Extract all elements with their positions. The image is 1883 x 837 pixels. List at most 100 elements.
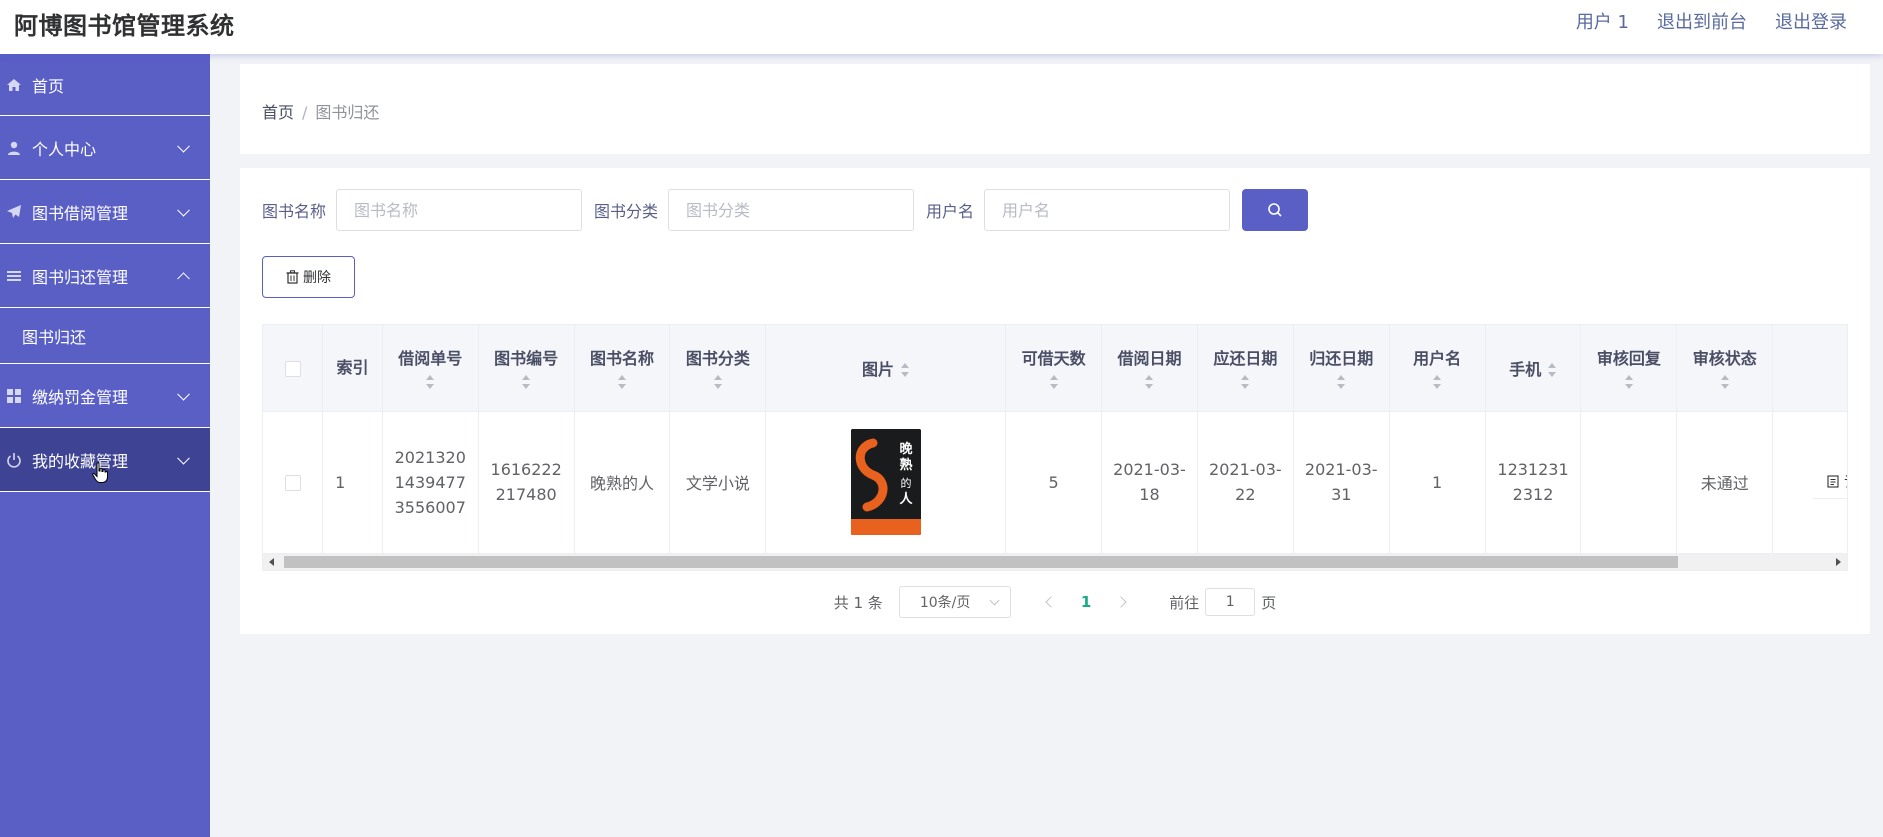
cell-status: 未通过 [1676, 411, 1774, 554]
cell-days: 5 [1005, 411, 1103, 554]
sort-icon[interactable] [617, 374, 627, 389]
column-header-status[interactable]: 审核状态 [1676, 325, 1774, 412]
svg-text:的: 的 [900, 476, 911, 490]
breadcrumb-home[interactable]: 首页 [262, 103, 294, 122]
select-all-checkbox[interactable] [284, 360, 301, 377]
sort-icon[interactable] [713, 374, 723, 389]
sort-icon[interactable] [1624, 374, 1634, 389]
user-link[interactable]: 用户 1 [1576, 8, 1629, 34]
sidebar-item-personal-center[interactable]: 个人中心 [0, 116, 210, 180]
detail-button-label: 详情 [1844, 472, 1847, 492]
column-header-due-date[interactable]: 应还日期 [1197, 325, 1294, 412]
sort-icon[interactable] [1720, 374, 1730, 389]
column-header-book-no[interactable]: 图书编号 [478, 325, 575, 412]
scroll-left-arrow-icon[interactable] [269, 558, 274, 566]
row-checkbox[interactable] [284, 475, 301, 491]
column-header-phone[interactable]: 手机 [1485, 325, 1582, 412]
top-links: 用户 1 退出到前台 退出登录 [1576, 8, 1847, 34]
select-all-cell [263, 325, 324, 412]
cell-actions: 详情 [1772, 411, 1847, 554]
page-unit-label: 页 [1261, 593, 1277, 612]
breadcrumb-card: 首页 / 图书归还 [240, 64, 1870, 154]
column-header-return-date[interactable]: 归还日期 [1293, 325, 1390, 412]
menu-icon [6, 268, 22, 284]
app-title: 阿博图书馆管理系统 [14, 12, 235, 40]
column-header-index: 索引 [322, 325, 383, 412]
row-select-cell [263, 411, 324, 554]
prev-page-icon[interactable] [1045, 596, 1057, 608]
book-name-label: 图书名称 [262, 202, 327, 221]
column-header-book-name[interactable]: 图书名称 [574, 325, 671, 412]
sort-icon[interactable] [521, 374, 531, 389]
sidebar-item-label: 图书归还管理 [32, 267, 129, 287]
chevron-down-icon [177, 451, 190, 465]
sort-icon[interactable] [1144, 374, 1154, 389]
scroll-right-arrow-icon[interactable] [1836, 558, 1841, 566]
column-header-borrow-no[interactable]: 借阅单号 [382, 325, 479, 412]
cell-image: 晚 熟 的 人 [765, 411, 1007, 554]
username-label: 用户名 [926, 202, 975, 221]
pagination: 共 1 条 10条/页 1 前往 页 [240, 586, 1870, 618]
logout-link[interactable]: 退出登录 [1775, 8, 1847, 34]
goto-label: 前往 [1169, 593, 1200, 612]
column-header-username[interactable]: 用户名 [1389, 325, 1486, 412]
cell-phone: 12312312312 [1485, 411, 1582, 554]
sort-icon[interactable] [425, 374, 435, 389]
sort-icon[interactable] [900, 363, 910, 378]
sort-icon[interactable] [1432, 374, 1442, 389]
column-header-borrow-date[interactable]: 借阅日期 [1101, 325, 1198, 412]
sidebar-subitem-book-return[interactable]: 图书归还 [0, 308, 210, 364]
column-header-reply[interactable]: 审核回复 [1580, 325, 1678, 412]
power-icon [6, 452, 22, 468]
chevron-down-icon [989, 595, 1000, 606]
next-page-icon[interactable] [1115, 596, 1127, 608]
sort-icon[interactable] [1240, 374, 1250, 389]
grid-icon [6, 388, 22, 404]
sidebar-item-return-management[interactable]: 图书归还管理 [0, 244, 210, 308]
search-icon [1268, 203, 1282, 217]
pagination-total: 共 1 条 [833, 593, 883, 612]
chevron-down-icon [177, 387, 190, 401]
table-row: 1 20213201439477 3556007 1616222217480 晚… [263, 411, 1847, 554]
scrollbar-thumb[interactable] [284, 556, 1678, 568]
sidebar: 首页 个人中心 图书借阅管理 图书归还管理 图书归还 缴纳罚金管理 我的收藏管理 [0, 54, 210, 837]
svg-text:晚: 晚 [899, 441, 912, 457]
search-row: 图书名称 图书分类 用户名 [262, 189, 1309, 231]
delete-button[interactable]: 删除 [262, 256, 355, 298]
book-category-label: 图书分类 [594, 202, 659, 221]
home-icon [6, 77, 22, 93]
goto-page-input[interactable] [1205, 588, 1256, 616]
sort-icon[interactable] [1547, 363, 1557, 378]
book-category-input[interactable] [668, 189, 915, 231]
table-header-row: 索引 借阅单号 图书编号 图书名称 图书分类 图片 可借天数 借阅日期 应还日期… [263, 325, 1847, 412]
cell-index: 1 [322, 411, 383, 554]
book-cover-image[interactable]: 晚 熟 的 人 [850, 429, 921, 535]
username-input[interactable] [984, 189, 1231, 231]
column-header-category[interactable]: 图书分类 [669, 325, 767, 412]
sidebar-item-home[interactable]: 首页 [0, 54, 210, 116]
back-to-front-link[interactable]: 退出到前台 [1657, 8, 1747, 34]
sidebar-item-label: 我的收藏管理 [32, 451, 129, 471]
horizontal-scrollbar[interactable] [262, 553, 1848, 571]
cell-username: 1 [1389, 411, 1486, 554]
sort-icon[interactable] [1049, 374, 1059, 389]
cell-book-no: 1616222217480 [478, 411, 575, 554]
page-size-select[interactable]: 10条/页 [898, 586, 1011, 618]
sort-icon[interactable] [1336, 374, 1346, 389]
sidebar-item-borrow-management[interactable]: 图书借阅管理 [0, 180, 210, 244]
user-icon [6, 140, 22, 156]
page-number-current[interactable]: 1 [1081, 593, 1091, 611]
sidebar-item-label: 个人中心 [32, 139, 97, 159]
page-size-value: 10条/页 [919, 595, 971, 611]
detail-button[interactable]: 详情 [1813, 466, 1847, 499]
column-header-days[interactable]: 可借天数 [1005, 325, 1103, 412]
send-icon [6, 204, 22, 220]
cell-borrow-date: 2021-03-18 [1101, 411, 1198, 554]
search-button[interactable] [1242, 189, 1309, 231]
sidebar-item-fine-management[interactable]: 缴纳罚金管理 [0, 364, 210, 428]
document-icon [1827, 475, 1839, 488]
column-header-image[interactable]: 图片 [765, 325, 1007, 412]
cell-return-date: 2021-03-31 [1293, 411, 1390, 554]
book-name-input[interactable] [336, 189, 583, 231]
cell-book-name: 晚熟的人 [574, 411, 671, 554]
